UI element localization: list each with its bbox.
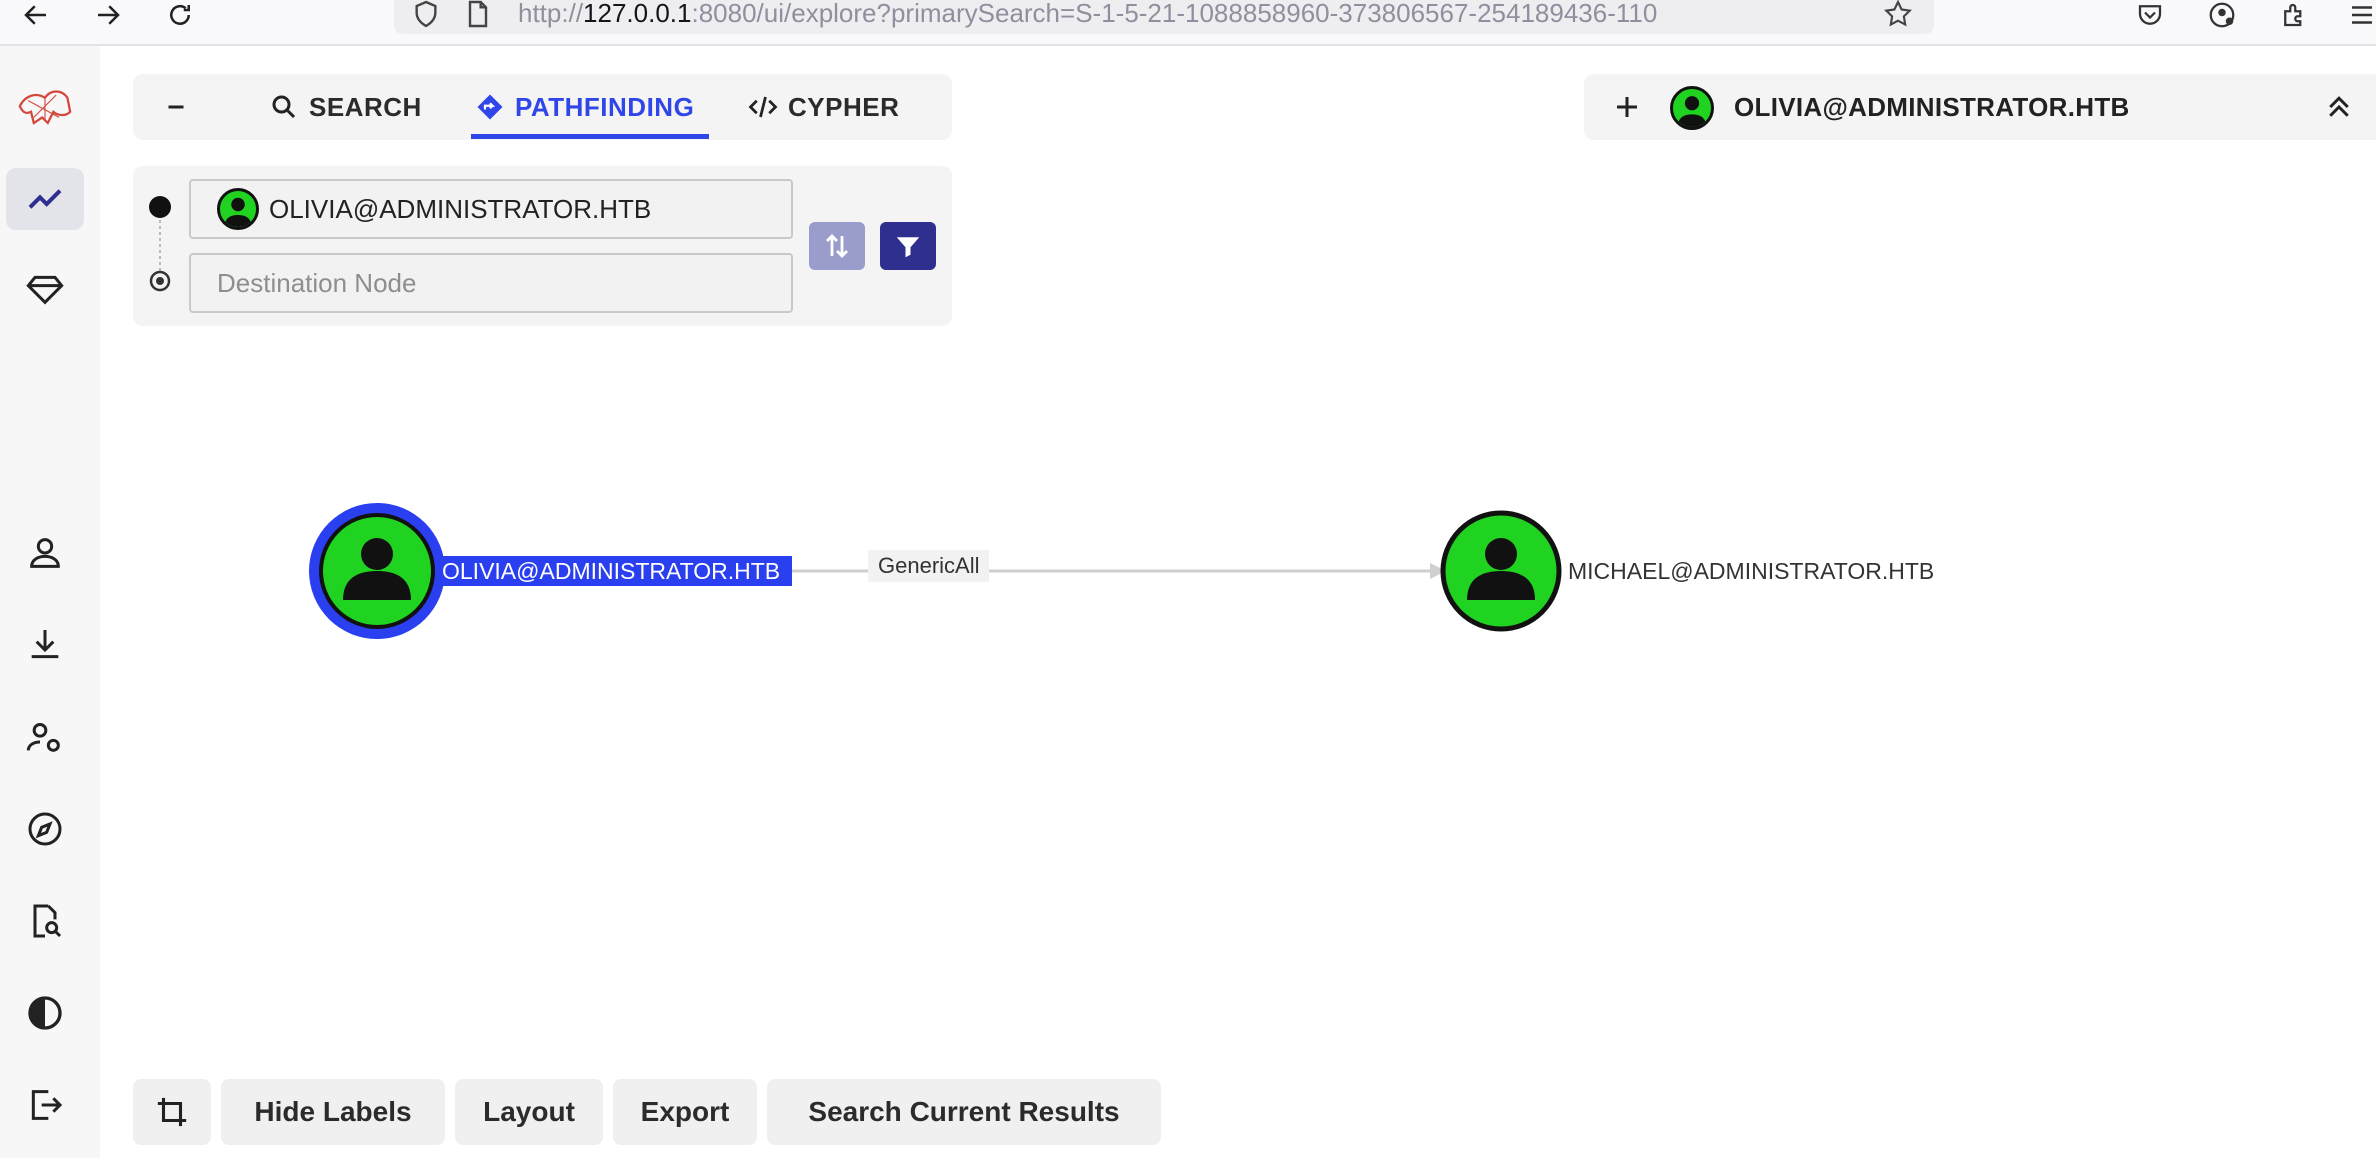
source-node-input[interactable]: OLIVIA@ADMINISTRATOR.HTB bbox=[189, 179, 793, 239]
sidebar-item-administration[interactable] bbox=[6, 706, 84, 768]
collapse-button[interactable] bbox=[161, 74, 191, 140]
contrast-icon bbox=[28, 996, 62, 1030]
compass-icon bbox=[28, 812, 62, 846]
logout-icon bbox=[31, 1090, 63, 1120]
sidebar-item-dark-mode[interactable] bbox=[6, 982, 84, 1044]
destination-node-placeholder: Destination Node bbox=[217, 267, 417, 298]
crop-button[interactable] bbox=[133, 1079, 211, 1145]
explore-tab-bar: SEARCH PATHFINDING CYPHER bbox=[133, 74, 952, 140]
reload-icon bbox=[170, 5, 190, 25]
user-avatar-icon bbox=[1670, 86, 1714, 130]
browser-toolbar: http://127.0.0.1:8080/ui/explore?primary… bbox=[0, 0, 2376, 46]
minus-icon bbox=[168, 105, 184, 109]
account-icon[interactable] bbox=[2204, 0, 2240, 30]
filter-icon bbox=[896, 237, 920, 258]
tab-pathfinding[interactable]: PATHFINDING bbox=[475, 74, 694, 140]
sidebar-item-api-explorer[interactable] bbox=[6, 798, 84, 860]
sidebar-item-group-management[interactable] bbox=[6, 258, 84, 320]
trend-line-icon bbox=[28, 189, 62, 209]
file-search-icon bbox=[33, 904, 62, 938]
extensions-icon[interactable] bbox=[2276, 0, 2312, 30]
entity-info-header: OLIVIA@ADMINISTRATOR.HTB bbox=[1584, 74, 2376, 140]
source-node-label[interactable]: OLIVIA@ADMINISTRATOR.HTB bbox=[436, 556, 793, 586]
swap-vertical-icon bbox=[826, 234, 848, 258]
sidebar-item-download[interactable] bbox=[6, 614, 84, 676]
user-icon bbox=[1485, 538, 1517, 570]
swap-nodes-button[interactable] bbox=[809, 222, 865, 270]
bloodhound-logo[interactable] bbox=[6, 78, 84, 140]
graph-node-target[interactable] bbox=[1440, 510, 1562, 632]
user-avatar-icon bbox=[217, 188, 259, 230]
user-icon bbox=[361, 538, 393, 570]
sidebar-item-explore[interactable] bbox=[6, 168, 84, 230]
tab-cypher[interactable]: CYPHER bbox=[748, 74, 899, 140]
download-icon bbox=[31, 630, 59, 659]
edge-filter-button[interactable] bbox=[880, 222, 936, 270]
pathfinding-icon bbox=[477, 94, 503, 120]
sidebar-item-profile[interactable] bbox=[6, 522, 84, 584]
entity-title: OLIVIA@ADMINISTRATOR.HTB bbox=[1734, 91, 2130, 122]
bookmark-star-icon[interactable] bbox=[1882, 0, 1914, 30]
forward-arrow-icon bbox=[98, 5, 120, 25]
url-text[interactable]: http://127.0.0.1:8080/ui/explore?primary… bbox=[518, 0, 1898, 29]
path-connector bbox=[149, 196, 171, 292]
back-arrow-icon bbox=[24, 5, 46, 25]
active-tab-indicator bbox=[471, 134, 709, 139]
search-current-results-button[interactable]: Search Current Results bbox=[767, 1079, 1161, 1145]
hide-labels-button[interactable]: Hide Labels bbox=[221, 1079, 445, 1145]
user-settings-icon bbox=[26, 723, 60, 752]
bloodhound-logo-icon bbox=[18, 90, 72, 125]
tab-pathfinding-label: PATHFINDING bbox=[515, 91, 695, 122]
left-sidebar bbox=[0, 46, 100, 1158]
forward-button[interactable] bbox=[88, 0, 128, 30]
reload-button[interactable] bbox=[160, 0, 200, 30]
export-button[interactable]: Export bbox=[613, 1079, 757, 1145]
target-node-label[interactable]: MICHAEL@ADMINISTRATOR.HTB bbox=[1568, 556, 1934, 586]
back-button[interactable] bbox=[16, 0, 56, 30]
graph-node-source[interactable] bbox=[309, 503, 445, 639]
url-bar[interactable]: http://127.0.0.1:8080/ui/explore?primary… bbox=[394, 0, 1934, 34]
crop-icon bbox=[157, 1097, 187, 1127]
user-icon bbox=[30, 538, 60, 568]
chevron-double-up-icon[interactable] bbox=[2324, 92, 2354, 122]
menu-icon[interactable] bbox=[2344, 0, 2376, 30]
source-dot-icon bbox=[149, 196, 171, 218]
sidebar-item-logout[interactable] bbox=[6, 1074, 84, 1136]
plus-icon[interactable] bbox=[1612, 92, 1642, 122]
code-icon bbox=[748, 96, 778, 118]
gem-icon bbox=[26, 275, 64, 305]
tab-cypher-label: CYPHER bbox=[788, 91, 900, 122]
source-node-value: OLIVIA@ADMINISTRATOR.HTB bbox=[269, 193, 652, 224]
graph-canvas[interactable]: OLIVIA@ADMINISTRATOR.HTB GenericAll MICH… bbox=[100, 300, 2376, 1060]
shield-icon bbox=[415, 0, 437, 28]
search-icon bbox=[272, 95, 296, 119]
sidebar-item-documentation[interactable] bbox=[6, 890, 84, 952]
edge-label[interactable]: GenericAll bbox=[868, 550, 990, 582]
layout-button[interactable]: Layout bbox=[455, 1079, 603, 1145]
tab-search[interactable]: SEARCH bbox=[269, 74, 422, 140]
tab-search-label: SEARCH bbox=[309, 91, 422, 122]
pocket-icon[interactable] bbox=[2132, 0, 2168, 30]
page-icon bbox=[468, 0, 488, 28]
